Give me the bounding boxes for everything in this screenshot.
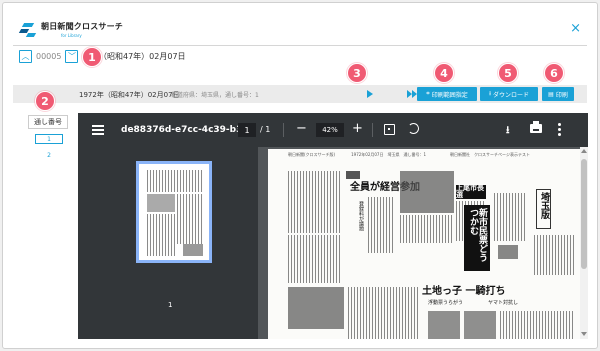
print-button[interactable]: ▤ 印刷	[542, 87, 574, 101]
logo-mark-icon	[18, 21, 37, 39]
next-record-button[interactable]: ﹀	[65, 49, 79, 63]
play-icon[interactable]	[367, 90, 373, 98]
subhead-registration: 登録料が議題	[358, 201, 364, 231]
subhead-yamato: ヤマト対抗し	[488, 300, 519, 306]
chevron-up-icon: ︿	[21, 51, 30, 61]
toolbar-divider	[283, 123, 284, 137]
page-list-item-2[interactable]: 2	[35, 150, 63, 160]
headline-new-citizens: 新市民票どうつかむ	[464, 205, 490, 271]
newspaper-page: 朝日新聞(クロスサーチ版) 1972年02月07日 埼玉県 通し番号：1 朝日新…	[268, 149, 580, 339]
photo-candidate-1	[428, 311, 460, 339]
article-text	[368, 197, 394, 253]
subhead-floating-votes: 浮動票うらがう	[428, 300, 464, 306]
page-list-header: 通し番号	[28, 115, 68, 129]
record-navigation: ︿ 00005 ﹀	[19, 49, 79, 63]
chevron-down-icon: ﹀	[67, 51, 76, 61]
page-list-item-1[interactable]: 1	[35, 134, 63, 144]
issue-metadata: 都道府県：埼玉県，通し番号：1	[171, 92, 259, 99]
print-label: 印刷	[555, 91, 568, 99]
more-options-icon[interactable]	[558, 123, 561, 138]
callout-6: 6	[544, 63, 564, 83]
page-total: / 1	[260, 125, 271, 134]
page-number-input[interactable]: 1	[238, 123, 256, 137]
fit-page-icon[interactable]	[384, 124, 395, 135]
photo-crowd	[400, 171, 454, 213]
page-header-text: 朝日新聞(クロスサーチ版) 1972年02月07日 埼玉県 通し番号：1 朝日新…	[288, 152, 530, 157]
scroll-thumb[interactable]	[581, 159, 587, 269]
download-icon: ⭳	[488, 90, 492, 97]
logo-subtitle: for Library	[61, 33, 82, 38]
zoom-out-button[interactable]: −	[296, 122, 307, 136]
section-name-saitama: 埼玉版	[536, 189, 551, 229]
close-icon[interactable]: ×	[570, 22, 581, 35]
callout-1: 1	[82, 47, 102, 67]
zoom-in-button[interactable]: +	[352, 122, 363, 136]
toolbar-issue-date: 1972年（昭和47年）02月07日	[79, 91, 180, 99]
article-text	[288, 171, 342, 233]
page-thumbnail[interactable]	[136, 161, 212, 263]
toolbar-divider	[372, 123, 373, 137]
print-range-label: 印刷範囲指定	[431, 91, 468, 99]
headline-land-battle: 土地っ子 一騎打ち	[422, 286, 506, 297]
photo-candidate-2	[464, 311, 496, 339]
headline-mayor-election: 上尾市長選	[456, 184, 486, 199]
crop-icon: ⌗	[426, 90, 430, 97]
zoom-input[interactable]: 42%	[316, 123, 344, 137]
brand-logo: 朝日新聞クロスサーチ for Library	[18, 21, 123, 39]
issue-toolbar: 1972年（昭和47年）02月07日 都道府県：埼玉県，通し番号：1 ⌗ 印刷範…	[13, 85, 587, 103]
pdf-viewer: de88376d-e7cc-4c39-b3... 1 / 1 − 42% + ⭳…	[78, 113, 588, 339]
scroll-down-arrow-icon[interactable]	[581, 332, 587, 336]
pdf-toolbar: de88376d-e7cc-4c39-b3... 1 / 1 − 42% + ⭳	[78, 113, 588, 147]
callout-2: 2	[35, 91, 55, 111]
previous-record-button[interactable]: ︿	[19, 49, 32, 63]
thumbnail-page-number: 1	[168, 301, 173, 309]
photo	[498, 245, 518, 259]
pdf-download-icon[interactable]: ⭳	[506, 123, 510, 140]
callout-5: 5	[498, 63, 518, 83]
header-divider	[13, 45, 587, 46]
printer-icon: ▤	[548, 90, 554, 98]
print-range-button[interactable]: ⌗ 印刷範囲指定	[417, 87, 477, 101]
pdf-print-icon[interactable]	[530, 121, 542, 133]
scroll-up-arrow-icon[interactable]	[581, 149, 587, 153]
article-text	[348, 287, 418, 339]
logo-title: 朝日新聞クロスサーチ	[41, 22, 123, 31]
download-button[interactable]: ⭳ ダウンロード	[480, 87, 538, 101]
thumbnail-sidebar: 1	[78, 147, 258, 339]
viewer-window: 朝日新聞クロスサーチ for Library × ︿ 00005 ﹀ 年（昭和4…	[2, 2, 598, 349]
download-label: ダウンロード	[493, 91, 530, 99]
article-text	[494, 193, 526, 241]
rotate-icon[interactable]	[408, 123, 419, 134]
photo	[346, 171, 360, 179]
issue-date-heading: 年（昭和47年）02月07日	[91, 52, 186, 61]
document-name: de88376d-e7cc-4c39-b3...	[121, 125, 253, 135]
photo-portrait	[288, 287, 344, 329]
callout-4: 4	[434, 63, 454, 83]
callout-3: 3	[347, 63, 367, 83]
menu-icon[interactable]	[92, 125, 104, 137]
article-text	[500, 311, 574, 339]
article-text	[288, 235, 342, 283]
record-id: 00005	[36, 51, 62, 61]
article-text	[534, 235, 574, 275]
article-text	[400, 215, 454, 243]
